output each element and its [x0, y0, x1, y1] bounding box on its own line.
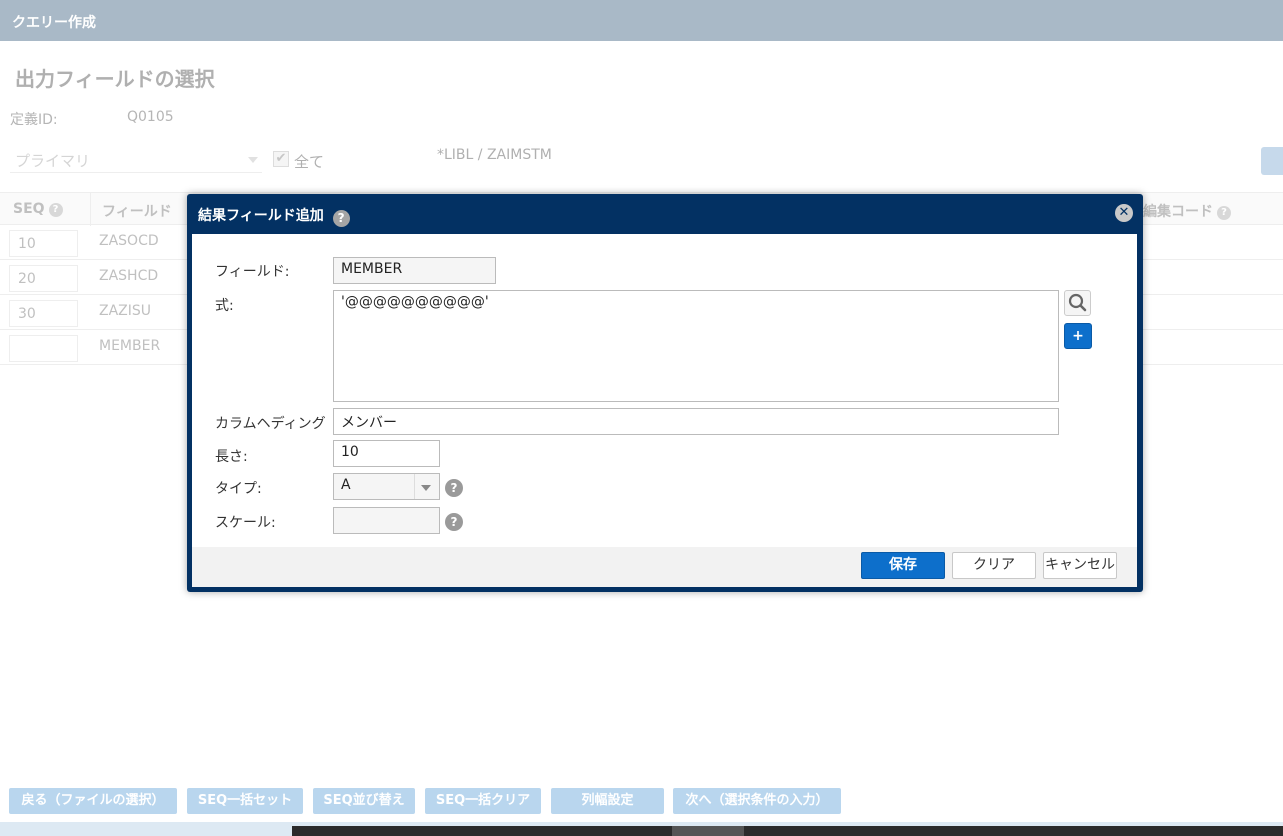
- seq-input[interactable]: 10: [9, 230, 78, 257]
- scale-input[interactable]: [333, 507, 440, 534]
- definition-id-label: 定義ID:: [10, 112, 58, 128]
- column-heading-label: カラムヘディング: [215, 416, 326, 432]
- seq-bulk-set-button[interactable]: SEQ一括セット: [187, 788, 303, 814]
- definition-id-value: Q0105: [127, 109, 174, 125]
- dialog-title-text: 結果フィールド追加: [198, 208, 324, 224]
- side-action-button[interactable]: [1261, 147, 1283, 175]
- close-icon[interactable]: ✕: [1115, 204, 1133, 222]
- cancel-button[interactable]: キャンセル: [1043, 552, 1117, 579]
- chevron-down-icon: [421, 485, 431, 491]
- edit-code-column-header: 編集コード?: [1143, 201, 1231, 221]
- app-title: クエリー作成: [12, 15, 96, 31]
- back-file-select-button[interactable]: 戻る（ファイルの選択）: [9, 788, 177, 814]
- primary-file-select[interactable]: プライマリ: [10, 147, 262, 173]
- library-file-path: *LIBL / ZAIMSTM: [437, 147, 552, 163]
- type-label: タイプ:: [215, 481, 262, 497]
- select-divider: [414, 474, 415, 499]
- type-select-value: A: [341, 477, 351, 493]
- add-expression-button[interactable]: +: [1064, 323, 1092, 349]
- expression-textarea[interactable]: '@@@@@@@@@@': [333, 290, 1059, 402]
- column-divider: [90, 193, 91, 226]
- help-icon[interactable]: ?: [445, 479, 463, 497]
- add-result-field-dialog: 結果フィールド追加 ? ✕ フィールド: MEMBER 式: '@@@@@@@@…: [187, 194, 1143, 592]
- page-title: 出力フィールドの選択: [15, 67, 215, 91]
- edit-code-header-label: 編集コード: [1143, 204, 1213, 220]
- field-name-cell: ZASHCD: [99, 268, 159, 284]
- seq-input[interactable]: 30: [9, 300, 78, 327]
- scrollbar-thumb[interactable]: [672, 826, 744, 836]
- seq-input[interactable]: [9, 335, 78, 362]
- column-heading-input[interactable]: メンバー: [333, 408, 1059, 435]
- chevron-down-icon: [248, 157, 258, 163]
- expression-label: 式:: [215, 298, 234, 314]
- dialog-title: 結果フィールド追加 ?: [198, 205, 350, 227]
- field-column-header: フィールド: [102, 204, 172, 220]
- primary-select-value: プライマリ: [15, 152, 91, 170]
- field-input[interactable]: MEMBER: [333, 257, 496, 284]
- field-name-cell: ZASOCD: [99, 233, 159, 249]
- dialog-footer: 保存 クリア キャンセル: [192, 547, 1137, 587]
- horizontal-scrollbar[interactable]: [292, 826, 1283, 836]
- field-label: フィールド:: [215, 264, 290, 280]
- seq-input[interactable]: 20: [9, 265, 78, 292]
- next-selection-criteria-button[interactable]: 次へ（選択条件の入力）: [673, 788, 841, 814]
- dialog-body: フィールド: MEMBER 式: '@@@@@@@@@@' + カラムヘディング…: [192, 234, 1137, 547]
- field-name-cell: ZAZISU: [99, 303, 152, 319]
- length-label: 長さ:: [215, 449, 248, 465]
- scale-label: スケール:: [215, 515, 276, 531]
- field-name-cell: MEMBER: [99, 338, 161, 354]
- all-checkbox[interactable]: ✔: [273, 151, 289, 167]
- app-title-bar: クエリー作成: [0, 0, 1283, 41]
- help-icon[interactable]: ?: [1217, 206, 1231, 220]
- column-width-button[interactable]: 列幅設定: [551, 788, 664, 814]
- search-icon: [1068, 293, 1087, 312]
- help-icon[interactable]: ?: [48, 203, 63, 217]
- seq-sort-button[interactable]: SEQ並び替え: [313, 788, 415, 814]
- seq-column-header: SEQ?: [13, 201, 63, 217]
- help-icon[interactable]: ?: [332, 210, 350, 227]
- length-input[interactable]: 10: [333, 440, 440, 467]
- all-checkbox-label: 全て: [294, 153, 325, 171]
- clear-button[interactable]: クリア: [952, 552, 1036, 579]
- seq-bulk-clear-button[interactable]: SEQ一括クリア: [425, 788, 541, 814]
- seq-header-label: SEQ: [13, 201, 45, 217]
- save-button[interactable]: 保存: [861, 552, 945, 579]
- help-icon[interactable]: ?: [445, 513, 463, 531]
- expression-search-button[interactable]: [1064, 290, 1091, 316]
